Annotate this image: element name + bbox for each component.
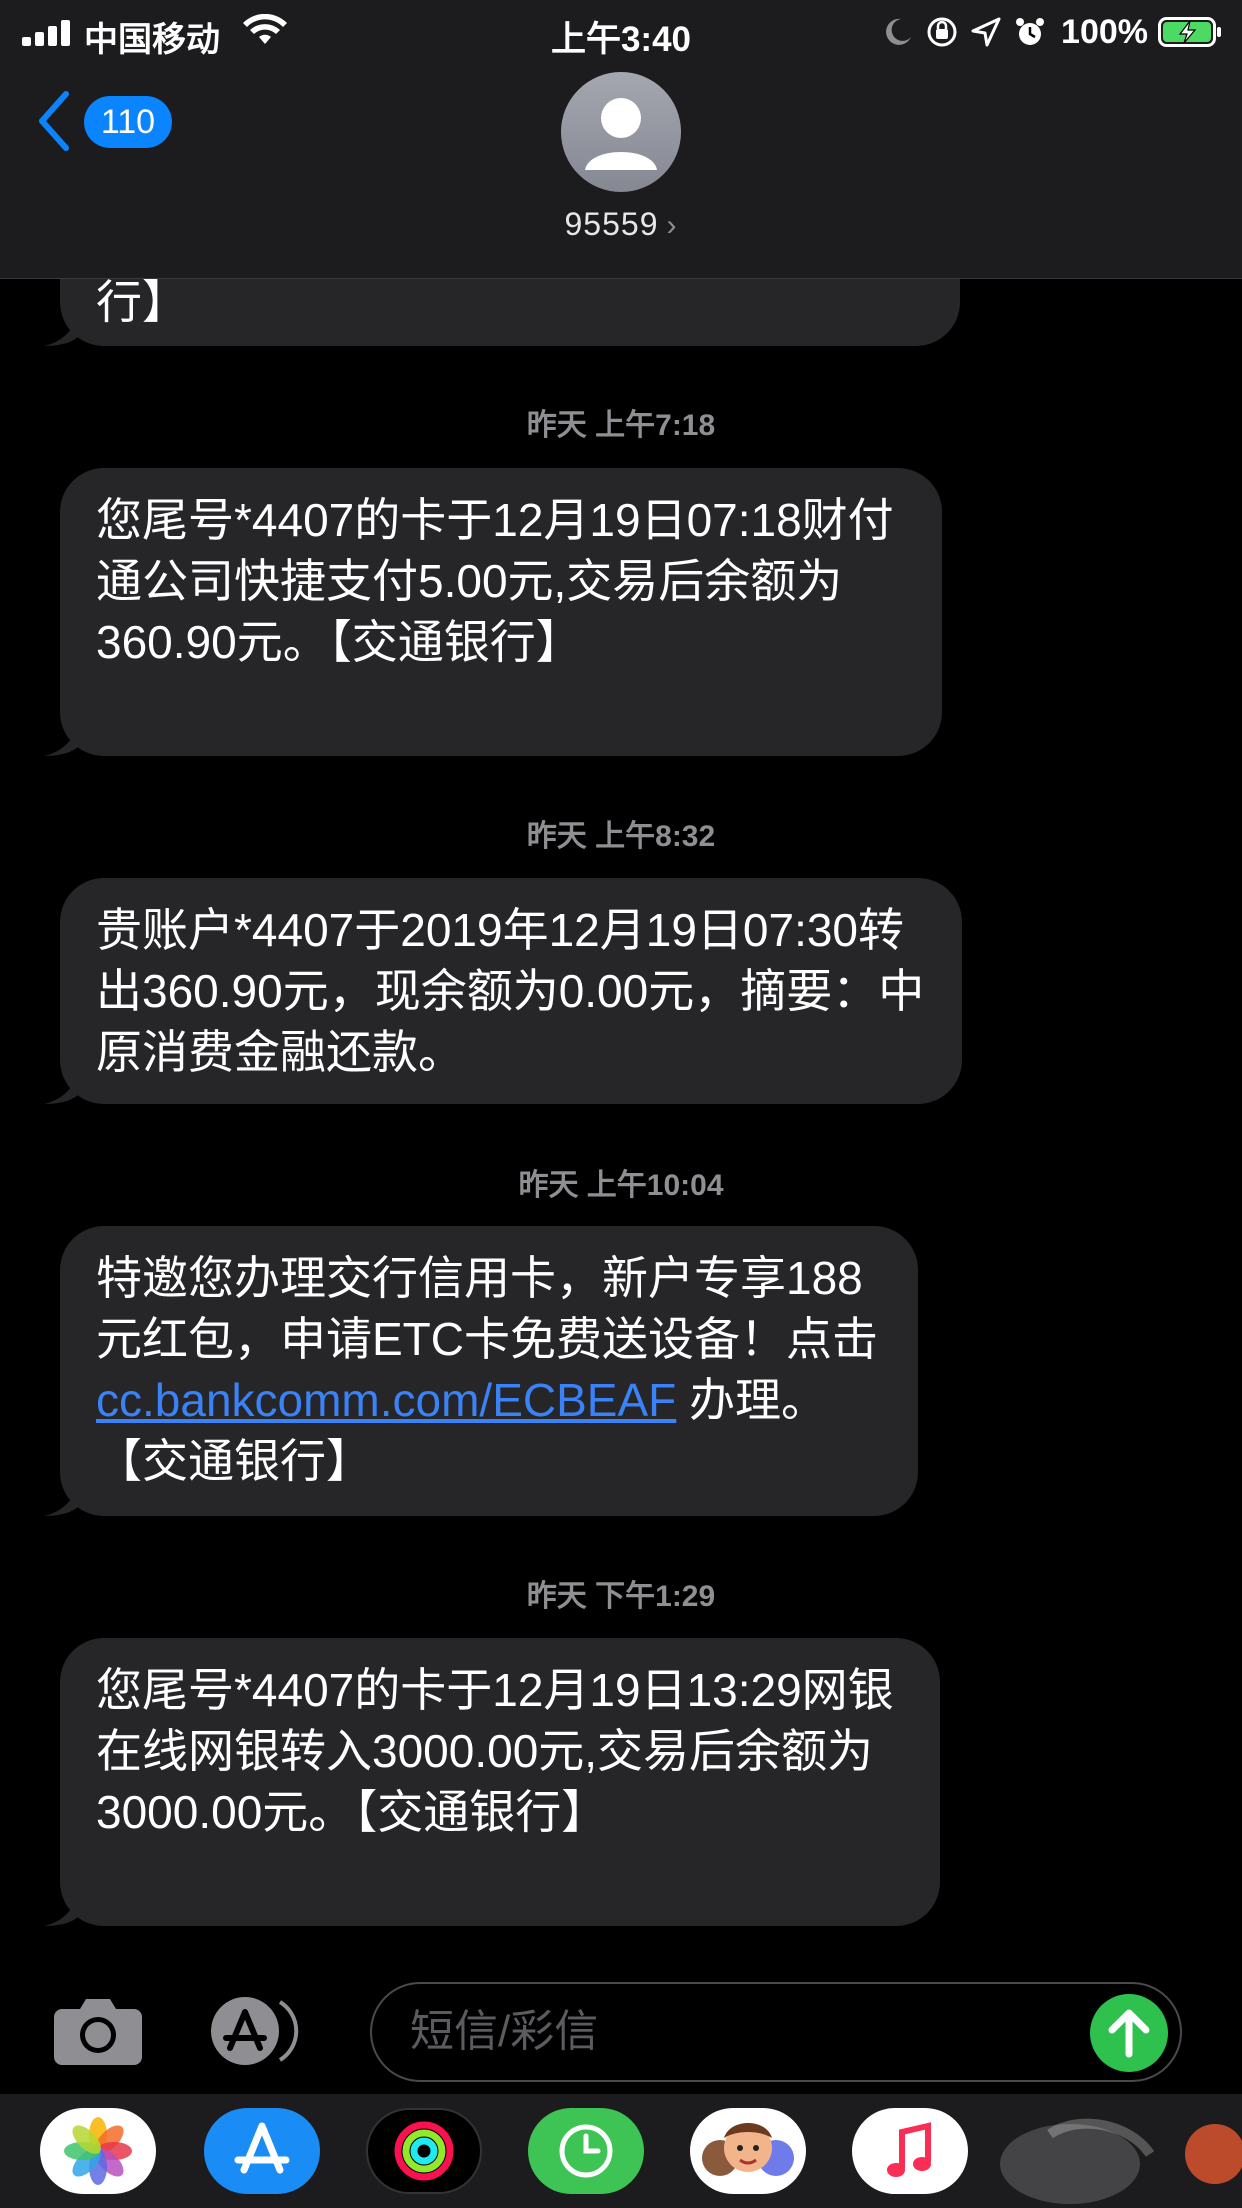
alarm-icon xyxy=(1016,18,1045,45)
input-placeholder: 短信/彩信 xyxy=(410,2007,599,2056)
app-store-app-icon[interactable] xyxy=(204,2108,320,2194)
message-text: 您尾号*4407的卡于12月19日07:18财付通公司快捷支付5.00元,交易后… xyxy=(96,494,894,668)
status-bar: 中国移动 上午3:40 100% xyxy=(0,0,1242,62)
memoji-app-icon[interactable] xyxy=(690,2108,806,2194)
message-input[interactable]: 短信/彩信 xyxy=(370,1982,1182,2082)
send-button[interactable] xyxy=(1090,1994,1168,2072)
status-right-group: 100% xyxy=(881,10,1222,54)
message-bubble[interactable]: 您尾号*4407的卡于12月19日13:29网银在线网银转入3000.00元,交… xyxy=(60,1638,940,1926)
battery-percent: 100% xyxy=(1061,12,1148,51)
message-timestamp: 昨天 上午10:04 xyxy=(518,1169,724,1202)
message-link[interactable]: cc.bankcomm.com/ECBEAF xyxy=(96,1374,676,1426)
unread-count-badge[interactable]: 110 xyxy=(84,96,172,148)
camera-icon[interactable] xyxy=(52,1995,144,2067)
orientation-lock-icon xyxy=(927,17,957,47)
app-store-icon[interactable] xyxy=(210,1996,316,2066)
clock-app-icon[interactable] xyxy=(528,2108,644,2194)
activity-app-icon[interactable] xyxy=(366,2108,482,2194)
message-text: 贵账户*4407于2019年12月19日07:30转出360.90元，现余额为0… xyxy=(96,904,925,1078)
person-icon[interactable] xyxy=(561,72,681,192)
moon-icon xyxy=(886,18,912,45)
arrow-up-icon xyxy=(1108,2009,1150,2058)
bubble-tail xyxy=(44,1070,84,1104)
bubble-tail xyxy=(44,1482,84,1516)
contact-number: 95559 xyxy=(564,206,659,242)
message-bubble[interactable]: 贵账户*4407于2019年12月19日07:30转出360.90元，现余额为0… xyxy=(60,878,962,1104)
watermark-logo xyxy=(1000,2118,1242,2204)
message-bubble[interactable]: 特邀您办理交行信用卡，新户专享188元红包，申请ETC卡免费送设备！点击 cc.… xyxy=(60,1226,918,1516)
contact-name[interactable]: 95559 › xyxy=(0,206,1242,243)
message-timestamp: 昨天 下午1:29 xyxy=(526,1580,716,1613)
message-timestamp: 昨天 上午8:32 xyxy=(526,820,716,853)
message-bubble[interactable]: 您尾号*4407的卡于12月19日07:18财付通公司快捷支付5.00元,交易后… xyxy=(60,468,942,756)
chevron-right-icon: › xyxy=(666,209,678,242)
photos-app-icon[interactable] xyxy=(40,2108,156,2194)
message-timestamp: 昨天 上午7:18 xyxy=(526,409,716,442)
message-text: 您尾号*4407的卡于12月19日13:29网银在线网银转入3000.00元,交… xyxy=(96,1664,894,1838)
location-icon xyxy=(971,17,1001,47)
bubble-tail xyxy=(44,1892,84,1926)
battery-charging-icon xyxy=(1158,17,1221,47)
message-text: 行】 xyxy=(96,276,188,328)
bubble-tail xyxy=(44,722,84,756)
music-app-icon[interactable] xyxy=(852,2108,968,2194)
message-text: 特邀您办理交行信用卡，新户专享188元红包，申请ETC卡免费送设备！点击 xyxy=(96,1252,878,1365)
chevron-left-icon[interactable] xyxy=(36,90,70,152)
